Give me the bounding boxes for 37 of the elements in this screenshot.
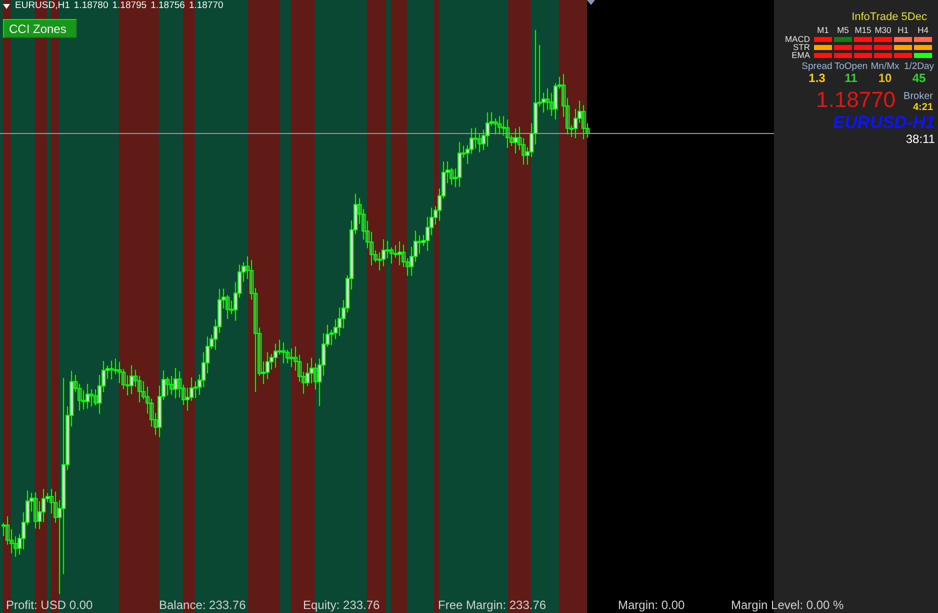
timeframe-label: H4 — [916, 26, 930, 35]
symbol-title: EURUSD-H1 — [832, 113, 935, 132]
stat-label: Spread — [802, 61, 832, 72]
stat-label: Mn/Mx — [870, 61, 900, 72]
account-stat: Profit: USD 0.00 — [6, 598, 93, 612]
triangle-icon[interactable] — [3, 4, 10, 9]
timeframe-label: M5 — [836, 26, 850, 35]
account-stat: Free Margin: 233.76 — [438, 598, 546, 612]
account-stat: Balance: 233.76 — [159, 598, 246, 612]
cci-zones-button[interactable]: CCI Zones — [3, 19, 77, 38]
ohlc-price: 1.18756 — [150, 0, 185, 12]
stat-value: 11 — [844, 72, 858, 85]
ohlc-price: 1.18795 — [112, 0, 147, 12]
bar-countdown: 38:11 — [906, 132, 935, 146]
account-stat: Margin Level: 0.00 % — [731, 598, 844, 612]
timeframe-label: H1 — [896, 26, 910, 35]
stat-label: 1/2Day — [904, 61, 934, 72]
panel-title: InfoTrade 5Dec — [852, 11, 927, 24]
ohlc-price: 1.18780 — [74, 0, 108, 12]
ohlc-price: 1.18770 — [188, 0, 224, 12]
broker-time: 4:21 — [912, 102, 933, 113]
timeframe-label: M30 — [874, 26, 892, 35]
timeframe-label: M15 — [854, 26, 872, 35]
stat-label: ToOpen — [834, 61, 868, 72]
account-stat: Margin: 0.00 — [618, 598, 685, 612]
timeframe-label: M1 — [816, 26, 830, 35]
broker-label: Broker — [904, 91, 933, 102]
triangle-marker-icon[interactable] — [587, 0, 595, 5]
chart-symbol: EURUSD,H1 — [15, 0, 70, 12]
indicator-label: MACD — [784, 35, 811, 43]
stat-value: 1.3 — [808, 72, 826, 85]
indicator-label: STR — [793, 43, 811, 51]
stat-value: 10 — [878, 72, 892, 85]
stat-value: 45 — [912, 72, 926, 85]
current-price: 1.18770 — [816, 88, 896, 112]
indicator-label: EMA — [790, 51, 811, 59]
account-stat: Equity: 233.76 — [303, 598, 380, 612]
